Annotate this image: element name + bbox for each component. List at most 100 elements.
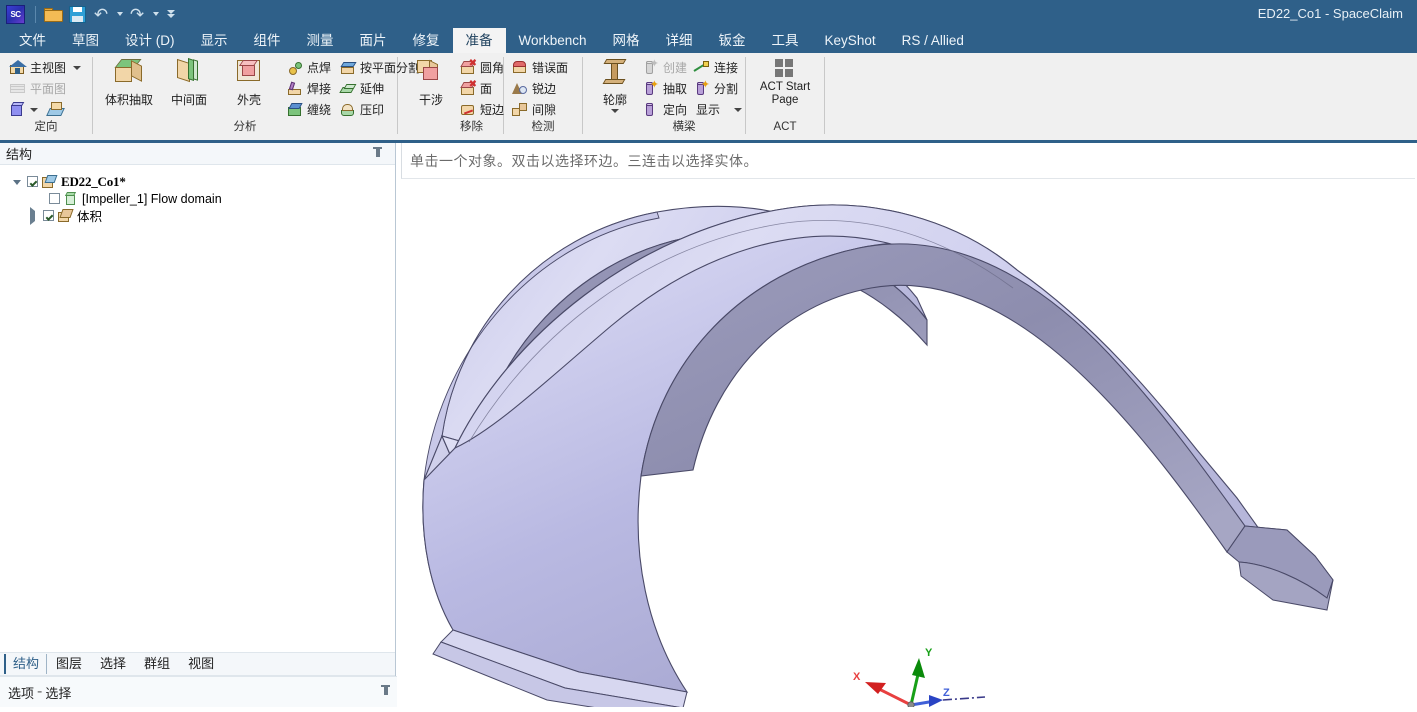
structure-panel-header: 结构	[0, 143, 395, 165]
wrap-button[interactable]: 缠绕	[285, 99, 334, 120]
x-axis-label: X	[853, 671, 861, 683]
gap-icon	[512, 102, 528, 118]
error-face-button[interactable]: 错误面	[510, 57, 571, 78]
structure-bottom-tabs: 结构 图层 选择 群组 视图	[0, 652, 395, 676]
bottom-tab-layers[interactable]: 图层	[47, 654, 91, 674]
remove-round-button[interactable]: ✖ 圆角	[458, 57, 507, 78]
spot-weld-button[interactable]: 点焊	[285, 57, 334, 78]
enclosure-button[interactable]: 外壳	[219, 56, 279, 110]
tab-display[interactable]: 显示	[188, 28, 241, 53]
tree-item-document[interactable]: ED22_Co1*	[0, 173, 395, 190]
options-pin-icon[interactable]	[380, 685, 391, 698]
beam-orient-button[interactable]: 定向	[641, 99, 690, 120]
beam-orient-icon	[643, 102, 659, 118]
tab-file[interactable]: 文件	[6, 28, 59, 53]
tab-detail[interactable]: 详细	[653, 28, 706, 53]
tab-sheetmetal[interactable]: 钣金	[706, 28, 759, 53]
interference-button[interactable]: 干涉	[404, 56, 458, 110]
tab-measure[interactable]: 测量	[294, 28, 347, 53]
bottom-tab-views[interactable]: 视图	[179, 654, 223, 674]
error-face-icon	[512, 60, 528, 76]
volume-body-icon	[58, 209, 73, 223]
beam-create-button[interactable]: ✦ 创建	[641, 57, 690, 78]
origin-point	[907, 701, 915, 709]
structure-panel-title: 结构	[6, 147, 33, 162]
ribbon-group-label-detect: 检测	[531, 121, 555, 133]
pin-icon[interactable]	[372, 147, 383, 160]
viewport-canvas[interactable]: Y X Z	[397, 180, 1417, 712]
bottom-tab-groups[interactable]: 群组	[135, 654, 179, 674]
home-view-dropdown-icon[interactable]	[73, 65, 82, 70]
save-icon[interactable]	[65, 2, 89, 26]
beam-display-button[interactable]: 显示	[692, 99, 749, 120]
visibility-checkbox[interactable]	[49, 193, 60, 204]
isometric-view-button[interactable]	[8, 99, 88, 120]
customize-qat-icon[interactable]	[161, 2, 181, 26]
profile-button[interactable]: 轮廓	[589, 56, 641, 115]
ribbon-group-label-remove: 移除	[460, 121, 483, 133]
document-icon	[42, 175, 57, 189]
graphics-viewport[interactable]: 单击一个对象。双击以选择环边。三连击以选择实体。 Y X Z	[397, 143, 1417, 712]
gap-button[interactable]: 间隙	[510, 99, 571, 120]
sharp-edge-button[interactable]: 锐边	[510, 78, 571, 99]
ribbon-group-label-act: ACT	[773, 121, 797, 133]
tree-item-flow-domain[interactable]: [Impeller_1] Flow domain	[0, 190, 395, 207]
open-icon[interactable]	[41, 2, 65, 26]
beam-split-button[interactable]: ✦ 分割	[692, 78, 749, 99]
ribbon-tab-strip: 文件 草图 设计 (D) 显示 组件 测量 面片 修复 准备 Workbench…	[0, 28, 1417, 53]
beam-display-dropdown-icon[interactable]	[734, 107, 743, 112]
bottom-tab-selection[interactable]: 选择	[91, 654, 135, 674]
tab-repair[interactable]: 修复	[400, 28, 453, 53]
ribbon-group-label-orientation: 定向	[34, 121, 58, 133]
bottom-tab-structure[interactable]: 结构	[4, 654, 48, 674]
ribbon-group-remove: 干涉 ✖ 圆角 ✖ 面 短边 移除	[398, 53, 504, 140]
beam-extract-button[interactable]: ✦ 抽取	[641, 78, 690, 99]
tab-prepare[interactable]: 准备	[452, 28, 506, 53]
tab-mesh[interactable]: 网格	[600, 28, 653, 53]
undo-icon[interactable]: ↶	[89, 2, 113, 26]
act-start-page-button[interactable]: ACT Start Page	[745, 56, 825, 109]
profile-dropdown-icon[interactable]	[611, 109, 619, 113]
spot-weld-icon	[287, 60, 303, 76]
volume-extract-button[interactable]: 体积抽取	[99, 56, 159, 110]
plan-view-button[interactable]: 平面图	[8, 78, 88, 99]
visibility-checkbox[interactable]	[43, 210, 54, 221]
tab-tools[interactable]: 工具	[759, 28, 812, 53]
remove-face-button[interactable]: ✖ 面	[458, 78, 507, 99]
ribbon: 主视图 平面图 定向 体积抽取 中间面 外壳 点焊 焊接 缠绕 按平面分割 延伸…	[0, 53, 1417, 143]
redo-dropdown-icon[interactable]	[149, 2, 161, 26]
tree-item-volume[interactable]: 体积	[0, 206, 395, 225]
tab-workbench[interactable]: Workbench	[506, 28, 600, 53]
z-axis-arrow	[929, 695, 943, 707]
qat-divider	[35, 5, 36, 23]
weld-button[interactable]: 焊接	[285, 78, 334, 99]
undo-dropdown-icon[interactable]	[113, 2, 125, 26]
tab-rs-allied[interactable]: RS / Allied	[889, 28, 977, 53]
tab-assembly[interactable]: 组件	[241, 28, 294, 53]
options-bar-suffix: 选择	[45, 685, 72, 701]
home-icon	[9, 59, 27, 76]
options-bar: 选项 - 选择	[0, 676, 403, 707]
tab-design[interactable]: 设计 (D)	[112, 28, 188, 53]
spaceclaim-logo-icon[interactable]: SC	[6, 4, 25, 24]
orient-icon[interactable]	[48, 101, 65, 118]
expander-expanded-icon[interactable]	[10, 177, 23, 187]
ribbon-group-act: ACT Start Page ACT	[746, 53, 824, 140]
redo-icon[interactable]: ↷	[125, 2, 149, 26]
beam-connect-button[interactable]: 连接	[692, 57, 749, 78]
sharp-edge-icon	[512, 81, 528, 97]
tab-keyshot[interactable]: KeyShot	[812, 28, 889, 53]
isometric-dropdown-icon[interactable]	[30, 107, 38, 112]
z-axis-label: Z	[943, 687, 950, 699]
midsurface-icon	[173, 58, 205, 88]
app-title: ED22_Co1 - SpaceClaim	[1257, 6, 1403, 21]
midsurface-button[interactable]: 中间面	[159, 56, 219, 110]
visibility-checkbox[interactable]	[27, 176, 38, 187]
volume-extract-icon	[113, 58, 145, 88]
tab-sketch[interactable]: 草图	[59, 28, 112, 53]
expander-collapsed-icon[interactable]	[26, 206, 39, 225]
home-view-button[interactable]: 主视图	[8, 57, 88, 78]
title-bar: SC ↶ ↷ ED22_Co1 - SpaceClaim	[0, 0, 1417, 28]
tab-facets[interactable]: 面片	[347, 28, 400, 53]
short-edge-button[interactable]: 短边	[458, 99, 507, 120]
